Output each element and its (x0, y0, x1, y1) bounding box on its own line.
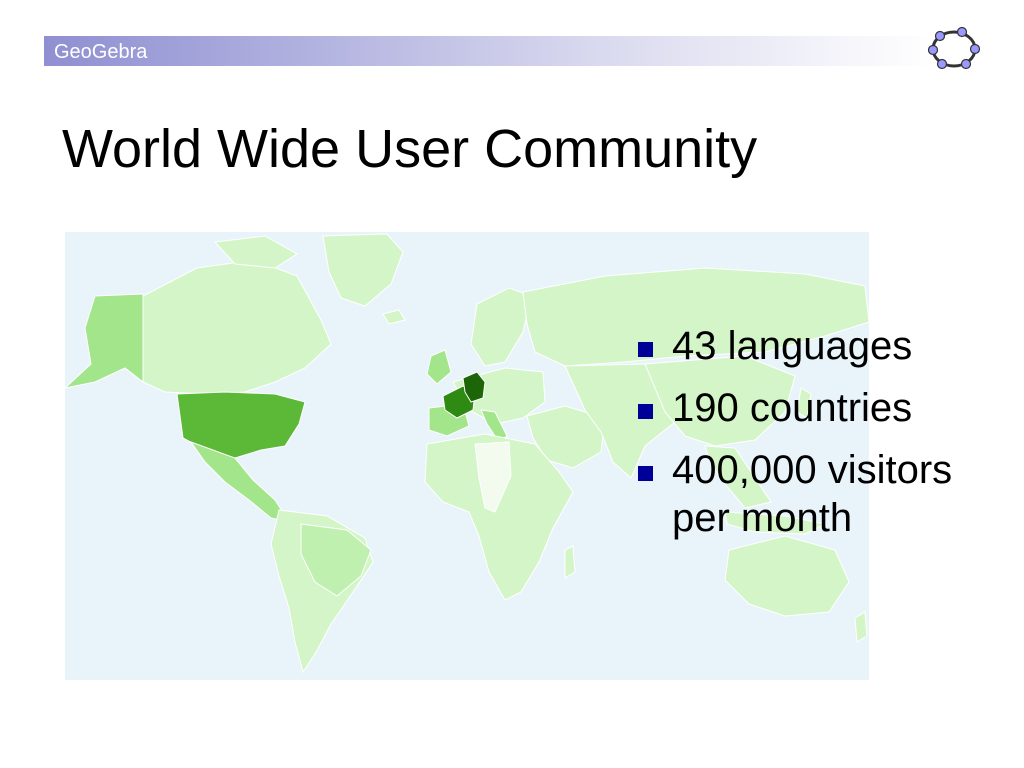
brand-label: GeoGebra (54, 41, 148, 63)
bullet-text: 190 countries (672, 386, 913, 430)
geogebra-logo-icon (927, 26, 981, 72)
square-bullet-icon (638, 466, 653, 481)
bullet-text: 400,000 visitors per month (672, 448, 953, 540)
slide: GeoGebra World Wide User Community 43 la… (0, 0, 1024, 768)
square-bullet-icon (638, 404, 653, 419)
square-bullet-icon (638, 342, 653, 357)
bullet-list: 43 languages 190 countries 400,000 visit… (636, 322, 1016, 556)
bullet-text: 43 languages (672, 324, 913, 368)
bullet-item: 43 languages (636, 322, 1016, 370)
slide-title: World Wide User Community (62, 119, 758, 179)
bullet-item: 190 countries (636, 384, 1016, 432)
header-band (44, 36, 934, 66)
bullet-item: 400,000 visitors per month (636, 446, 1016, 542)
